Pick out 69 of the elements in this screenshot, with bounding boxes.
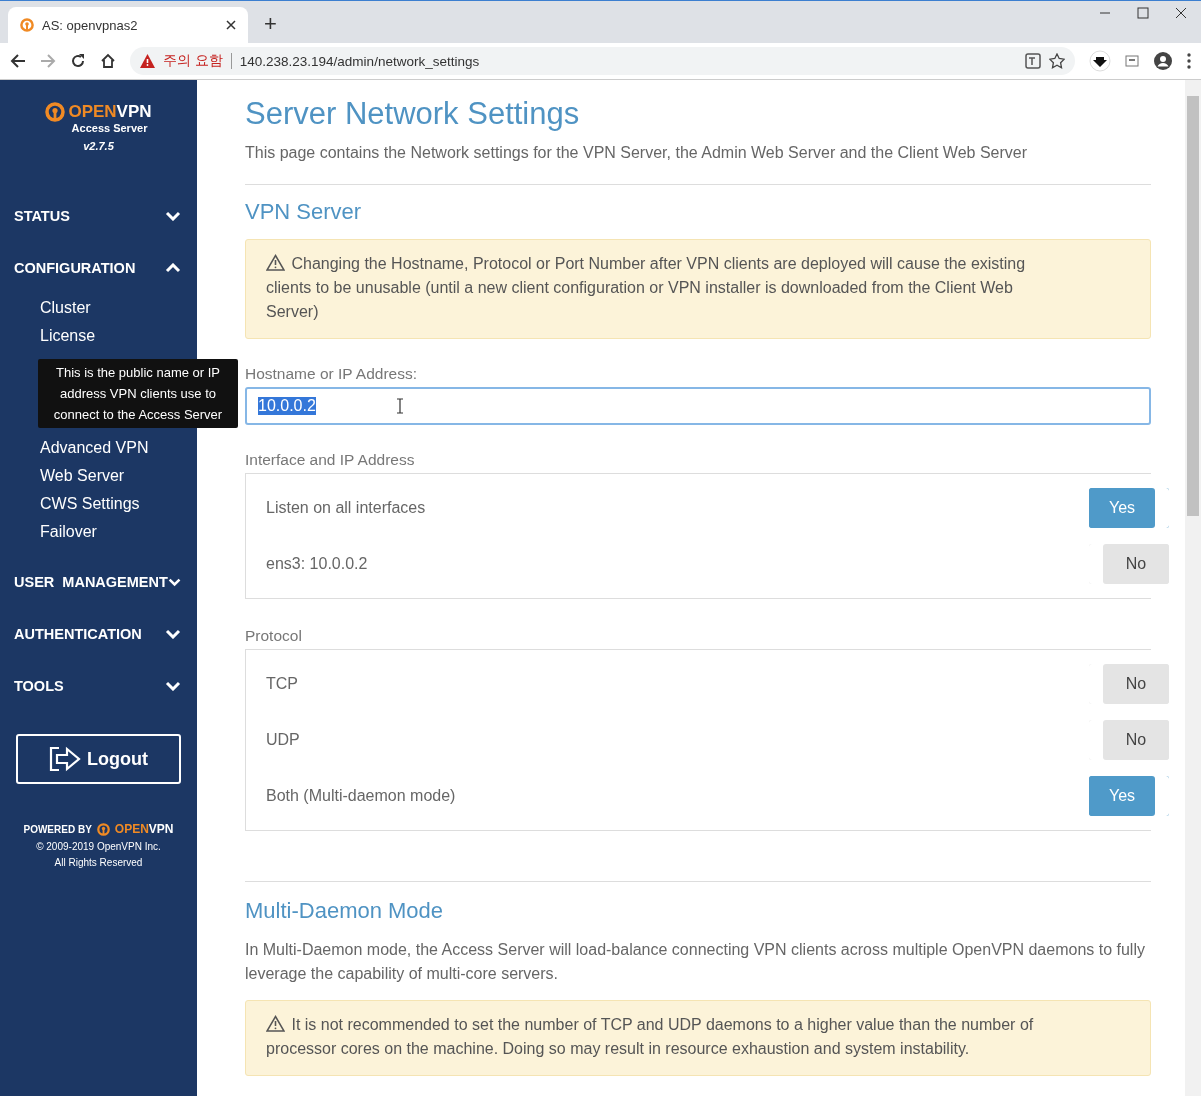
copyright-text: © 2009-2019 OpenVPN Inc.	[36, 841, 161, 852]
chevron-up-icon[interactable]	[165, 263, 181, 273]
profile-icon[interactable]	[1153, 51, 1173, 71]
page-title: Server Network Settings	[245, 96, 581, 132]
group-label: Interface and IP Address	[245, 451, 416, 469]
toggle-switch[interactable]: No	[1089, 720, 1169, 760]
chevron-down-icon[interactable]	[165, 629, 181, 639]
browser-tab[interactable]: AS: openvpnas2	[8, 7, 248, 43]
logout-icon	[49, 746, 83, 772]
chevron-down-icon[interactable]	[167, 577, 181, 587]
close-icon[interactable]	[226, 20, 236, 30]
home-icon[interactable]	[100, 53, 116, 69]
group-label: Protocol	[245, 627, 303, 645]
section-description: In Multi-Daemon mode, the Access Server will load-balance connecting VPN clients across multiple OpenVPN daemons to fully leverage the capability of multi-core servers.	[245, 940, 1146, 984]
warning-icon	[266, 254, 285, 271]
toggle-switch[interactable]: No	[1089, 544, 1169, 584]
text-cursor-icon	[395, 398, 404, 414]
section-heading: VPN Server	[245, 199, 363, 225]
product-name: Access Server	[71, 122, 148, 134]
powered-by-label: POWERED BY	[23, 823, 92, 835]
option-label: UDP	[266, 731, 300, 749]
version-label: v2.7.5	[83, 140, 114, 152]
warning-icon	[140, 54, 155, 68]
chevron-down-icon[interactable]	[165, 681, 181, 691]
logo-keyhole-icon	[45, 102, 66, 122]
sidebar-section[interactable]: AUTHENTICATION	[14, 626, 142, 642]
warning-alert: It is not recommended to set the number of TCP and UDP daemons to a higher value than the number of processor cores on the machine. Doing so may result in resource exhaustion and system instability.	[245, 1000, 1151, 1076]
option-label: Listen on all interfaces	[266, 499, 426, 517]
rights-text: All Rights Reserved	[54, 857, 143, 868]
warning-alert: Changing the Hostname, Protocol or Port Number after VPN clients are deployed will cause the existing clients to be unusable (until a new client configuration or VPN installer is downloaded from the Client Web Server)	[245, 239, 1151, 339]
sidebar-item[interactable]: Advanced VPN	[40, 434, 197, 462]
warning-icon	[266, 1015, 285, 1032]
page-description: This page contains the Network settings for the VPN Server, the Admin Web Server and the Client Web Server	[245, 144, 1151, 185]
sidebar-section[interactable]: TOOLS	[14, 678, 64, 694]
scrollbar-thumb[interactable]	[1187, 96, 1199, 516]
star-icon[interactable]	[1049, 53, 1065, 69]
sidebar-item[interactable]: CWS Settings	[40, 490, 197, 518]
maximize-icon[interactable]	[1137, 7, 1149, 19]
sidebar-item[interactable]: Web Server	[40, 462, 197, 490]
sidebar-section[interactable]: CONFIGURATION	[14, 260, 136, 276]
translate-icon[interactable]	[1025, 53, 1041, 69]
sidebar-section[interactable]: STATUS	[14, 208, 70, 224]
toggle-switch[interactable]: No	[1089, 664, 1169, 704]
logo-text: OPENVPN	[68, 102, 152, 122]
logo-keyhole-icon	[96, 822, 110, 836]
address-bar[interactable]: 주의 요함 140.238.23.194/admin/network_settings	[130, 47, 1075, 75]
logo-text: OPENVPN	[114, 822, 174, 836]
sidebar-item[interactable]: Cluster	[40, 294, 197, 322]
logout-button[interactable]: Logout	[16, 734, 181, 784]
sidebar-item[interactable]: Failover	[40, 518, 197, 546]
option-label: Both (Multi-daemon mode)	[266, 787, 456, 805]
section-heading: Multi-Daemon Mode	[245, 898, 445, 924]
chevron-down-icon[interactable]	[165, 211, 181, 221]
security-warning: 주의 요함	[163, 52, 223, 70]
option-label: ens3: 10.0.0.2	[266, 555, 368, 573]
back-icon[interactable]	[10, 53, 26, 69]
close-icon[interactable]	[1175, 7, 1187, 19]
option-label: TCP	[266, 675, 298, 693]
sidebar-section[interactable]: USER MANAGEMENT	[14, 574, 168, 590]
tooltip: This is the public name or IP address VPN clients use to connect to the Access Server	[38, 359, 238, 428]
reload-icon[interactable]	[70, 53, 86, 69]
new-tab-button[interactable]: +	[264, 11, 277, 37]
hostname-field[interactable]: 10.0.0.2	[245, 387, 1151, 425]
url-text: 140.238.23.194/admin/network_settings	[239, 53, 481, 69]
sidebar-item[interactable]: License	[40, 322, 197, 350]
field-value: 10.0.0.2	[258, 397, 316, 415]
menu-icon[interactable]	[1187, 53, 1191, 69]
logo-keyhole-icon	[20, 18, 34, 32]
field-label: Hostname or IP Address:	[245, 365, 419, 383]
